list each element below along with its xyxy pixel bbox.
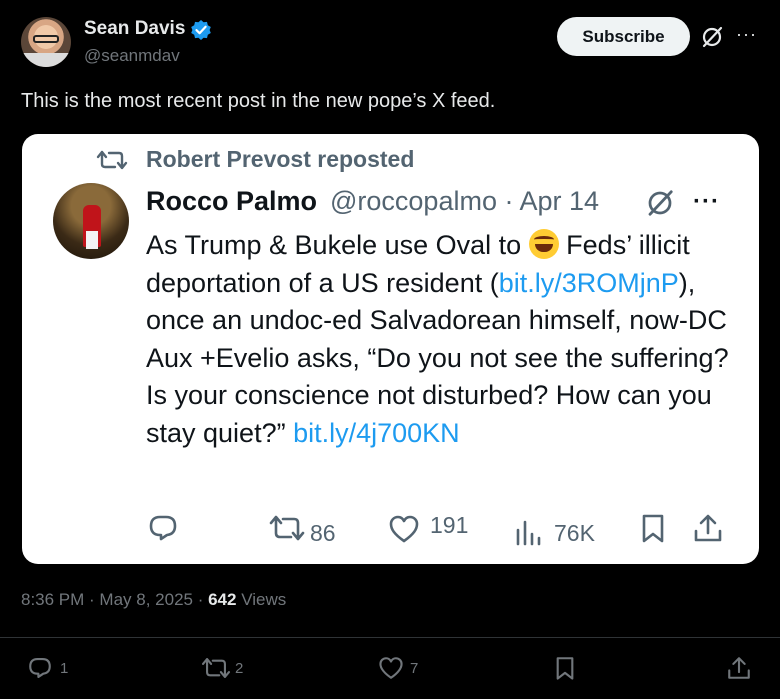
bookmark-icon[interactable] bbox=[637, 512, 669, 544]
repost-icon[interactable] bbox=[200, 655, 232, 681]
rolling-on-floor-laughing-emoji-icon bbox=[528, 229, 559, 259]
share-icon[interactable] bbox=[726, 655, 752, 681]
more-options-icon[interactable]: ··· bbox=[693, 188, 720, 216]
link-2[interactable]: bit.ly/4j700KN bbox=[293, 418, 460, 448]
author-handle[interactable]: @seanmdav bbox=[84, 46, 180, 66]
avatar-glasses bbox=[33, 35, 59, 43]
like-icon[interactable] bbox=[378, 655, 404, 681]
quoted-author-handle-date[interactable]: @roccopalmo · Apr 14 bbox=[330, 186, 599, 217]
views-label: Views bbox=[236, 590, 287, 609]
views-icon[interactable] bbox=[514, 516, 546, 548]
more-options-icon[interactable]: ··· bbox=[736, 24, 757, 45]
avatar-figure-robe bbox=[86, 231, 98, 249]
share-icon[interactable] bbox=[692, 512, 724, 544]
repost-icon bbox=[96, 150, 128, 170]
verified-badge-icon bbox=[191, 20, 211, 40]
author-name[interactable]: Sean Davis bbox=[84, 18, 185, 40]
like-count: 191 bbox=[430, 512, 469, 538]
quoted-author-avatar[interactable] bbox=[53, 183, 129, 259]
like-count: 7 bbox=[410, 660, 419, 677]
repost-count: 2 bbox=[235, 660, 244, 677]
views-count: 76K bbox=[554, 520, 595, 546]
reply-icon[interactable] bbox=[147, 512, 179, 544]
grok-icon[interactable] bbox=[700, 25, 724, 49]
subscribe-button[interactable]: Subscribe bbox=[557, 17, 690, 56]
divider bbox=[0, 637, 780, 638]
repost-icon[interactable] bbox=[268, 512, 306, 544]
views-number: 642 bbox=[208, 590, 237, 609]
post-text: This is the most recent post in the new … bbox=[21, 90, 496, 112]
repost-attribution[interactable]: Robert Prevost reposted bbox=[146, 146, 414, 173]
grok-icon[interactable] bbox=[645, 188, 675, 218]
quoted-post-text: As Trump & Bukele use Oval to Feds’ illi… bbox=[146, 227, 746, 452]
repost-count: 86 bbox=[310, 520, 336, 546]
quoted-author-name[interactable]: Rocco Palmo bbox=[146, 186, 317, 217]
avatar-shirt bbox=[21, 53, 71, 67]
reply-count: 1 bbox=[60, 660, 69, 677]
bookmark-icon[interactable] bbox=[552, 655, 578, 681]
like-icon[interactable] bbox=[388, 513, 420, 545]
link-1[interactable]: bit.ly/3ROMjnP bbox=[499, 268, 679, 298]
post-timestamp[interactable]: 8:36 PM · May 8, 2025 · 642 Views bbox=[21, 590, 286, 610]
text-part: As Trump & Bukele use Oval to bbox=[146, 230, 529, 260]
reply-icon[interactable] bbox=[27, 655, 53, 681]
time-date[interactable]: 8:36 PM · May 8, 2025 · bbox=[21, 590, 208, 609]
author-avatar[interactable] bbox=[21, 17, 71, 67]
